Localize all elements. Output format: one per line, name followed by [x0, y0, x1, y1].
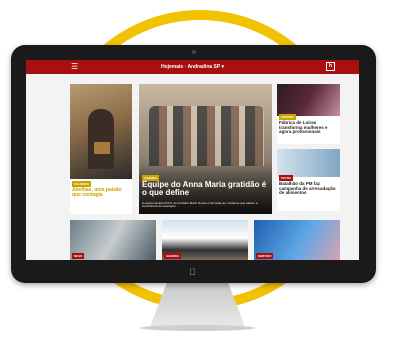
card-headline[interactable]: Batalhão da PM faz campanha de arrecadaç…: [279, 181, 339, 196]
category-tag[interactable]: AGENDA: [164, 253, 182, 259]
news-card-right-top[interactable]: AGENDA Fábrica de Loiras transforma mulh…: [277, 84, 340, 144]
group-shape: [149, 106, 264, 166]
category-tag[interactable]: NOVA: [72, 253, 85, 259]
card-image: [277, 149, 340, 177]
featured-headline[interactable]: Equipe do Anna Maria gratidão é o que de…: [142, 180, 268, 198]
stand-base: [140, 325, 255, 331]
person-shape: [88, 109, 114, 169]
site-header: ☰ Hojemais · Andradina SP ▾ h: [26, 60, 359, 74]
card-headline[interactable]: Abelhas, uma paixão que contagia: [72, 187, 130, 199]
news-card-bottom-3[interactable]: SERVIÇO: [254, 220, 340, 260]
beehive-box: [94, 142, 110, 154]
screen: ☰ Hojemais · Andradina SP ▾ h VALORIZA A…: [26, 60, 359, 260]
monitor: ☰ Hojemais · Andradina SP ▾ h VALORIZA A…: [11, 45, 376, 283]
featured-card[interactable]: AGENDA Equipe do Anna Maria gratidão é o…: [139, 84, 272, 214]
site-title[interactable]: Hojemais · Andradina SP ▾: [26, 63, 359, 71]
news-card-right-mid[interactable]: EXTRA Batalhão da PM faz campanha de arr…: [277, 149, 340, 211]
news-card-bottom-2[interactable]: AGENDA: [162, 220, 248, 260]
featured-summary: A equipe da Emef Prof. Anna Maria Marin …: [142, 201, 258, 209]
apple-logo-icon: : [189, 267, 196, 277]
news-card-left[interactable]: VALORIZA Abelhas, uma paixão que contagi…: [70, 84, 132, 214]
card-image: [277, 84, 340, 116]
category-tag[interactable]: SERVIÇO: [256, 253, 274, 259]
camera: [192, 50, 196, 54]
site-logo[interactable]: h: [326, 62, 335, 71]
card-headline[interactable]: Fábrica de Loiras transforma mulheres e …: [279, 120, 339, 135]
news-card-bottom-1[interactable]: NOVA: [70, 220, 156, 260]
